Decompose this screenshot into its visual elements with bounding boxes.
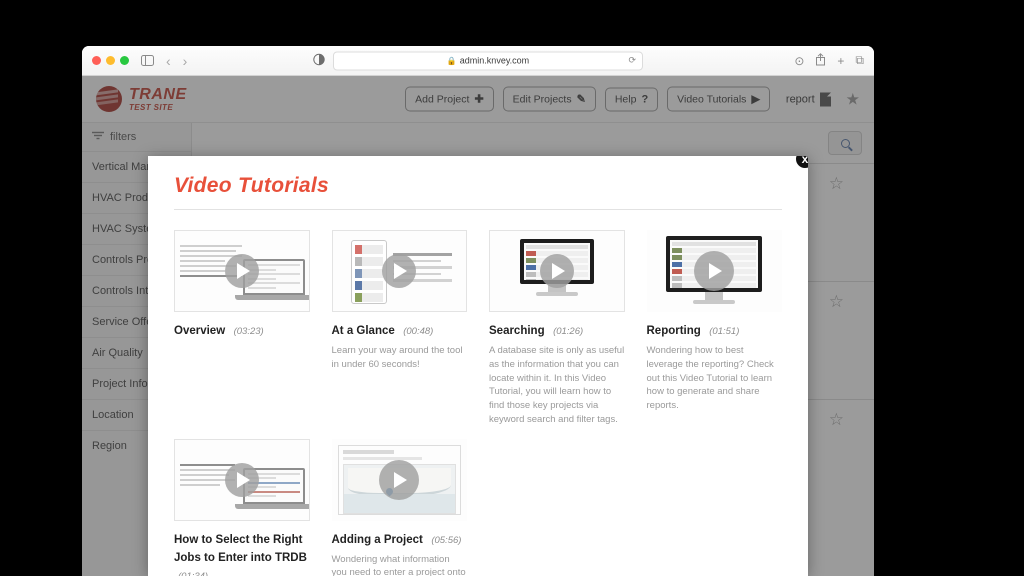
new-tab-icon[interactable]: + (837, 54, 844, 68)
video-grid: Overview (03:23) At a Glance (00:48) Lea… (174, 230, 782, 576)
video-title: Overview (174, 325, 226, 337)
video-card-adding-a-project[interactable]: Adding a Project (05:56) Wondering what … (331, 438, 467, 576)
video-title: Searching (489, 325, 545, 337)
title-divider (174, 209, 782, 210)
close-window-icon[interactable] (92, 56, 101, 65)
close-icon[interactable]: x (794, 156, 808, 170)
video-tutorials-modal: x Video Tutorials Overview (03:23) At a … (148, 156, 808, 576)
video-duration: (01:34) (178, 571, 208, 576)
video-title: At a Glance (331, 325, 395, 337)
navigation-arrows[interactable]: ‹ › (166, 53, 187, 69)
back-icon[interactable]: ‹ (166, 53, 171, 69)
reporting-thumbnail[interactable] (646, 230, 782, 312)
url-text: admin.knvey.com (459, 55, 530, 66)
play-icon[interactable] (379, 459, 420, 500)
minimize-window-icon[interactable] (106, 56, 115, 65)
video-duration: (01:51) (709, 326, 740, 337)
address-bar[interactable]: 🔒 admin.knvey.com ⟳ (333, 51, 643, 70)
video-duration: (01:26) (553, 326, 584, 337)
video-card-at-a-glance[interactable]: At a Glance (00:48) Learn your way aroun… (331, 230, 467, 427)
play-icon[interactable] (382, 254, 417, 288)
play-icon[interactable] (224, 462, 259, 497)
window-traffic-lights[interactable] (92, 56, 129, 65)
video-card-searching[interactable]: Searching (01:26) A database site is onl… (489, 230, 625, 427)
page-title: Video Tutorials (174, 174, 330, 197)
video-description: A database site is only as useful as the… (489, 345, 625, 425)
reader-view-icon[interactable] (313, 53, 325, 68)
play-icon[interactable] (694, 251, 735, 291)
video-duration: (05:56) (431, 534, 462, 546)
overview-thumbnail[interactable] (174, 230, 310, 312)
maximize-window-icon[interactable] (120, 56, 129, 65)
play-icon[interactable] (224, 254, 259, 288)
video-title: How to Select the Right Jobs to Enter in… (174, 533, 307, 564)
adding-a-project-thumbnail[interactable] (331, 438, 467, 521)
at-a-glance-thumbnail[interactable] (331, 230, 467, 312)
video-card-trdb[interactable]: How to Select the Right Jobs to Enter in… (174, 438, 310, 576)
forward-icon[interactable]: › (183, 53, 188, 69)
play-icon[interactable] (539, 254, 574, 288)
browser-toolbar: ‹ › 🔒 admin.knvey.com ⟳ ⊙ + ⧉ (82, 46, 874, 76)
show-tabs-icon[interactable]: ⧉ (855, 53, 864, 68)
trdb-thumbnail[interactable] (174, 438, 310, 521)
lock-icon: 🔒 (446, 56, 457, 65)
browser-window: ‹ › 🔒 admin.knvey.com ⟳ ⊙ + ⧉ x Video Tu… (82, 46, 874, 576)
share-icon[interactable] (815, 52, 826, 69)
video-description: Learn your way around the tool in under … (331, 345, 463, 370)
video-duration: (03:23) (233, 326, 264, 337)
video-description: Wondering what information you need to e… (331, 553, 466, 576)
video-title: Reporting (646, 325, 701, 337)
downloads-icon[interactable]: ⊙ (794, 54, 804, 68)
video-card-overview[interactable]: Overview (03:23) (174, 230, 310, 427)
video-card-reporting[interactable]: Reporting (01:51) Wondering how to best … (646, 230, 782, 427)
reload-icon[interactable]: ⟳ (628, 55, 636, 66)
web-page: TRANE TEST SITE Add Project ✚ Edit Proje… (82, 76, 874, 576)
searching-thumbnail[interactable] (489, 230, 625, 312)
video-duration: (00:48) (403, 326, 434, 337)
address-bar-zone: 🔒 admin.knvey.com ⟳ (313, 51, 643, 70)
browser-right-icons[interactable]: ⊙ + ⧉ (794, 52, 864, 69)
video-title: Adding a Project (331, 533, 423, 546)
video-description: Wondering how to best leverage the repor… (646, 345, 774, 412)
sidebar-icon[interactable] (141, 55, 154, 66)
